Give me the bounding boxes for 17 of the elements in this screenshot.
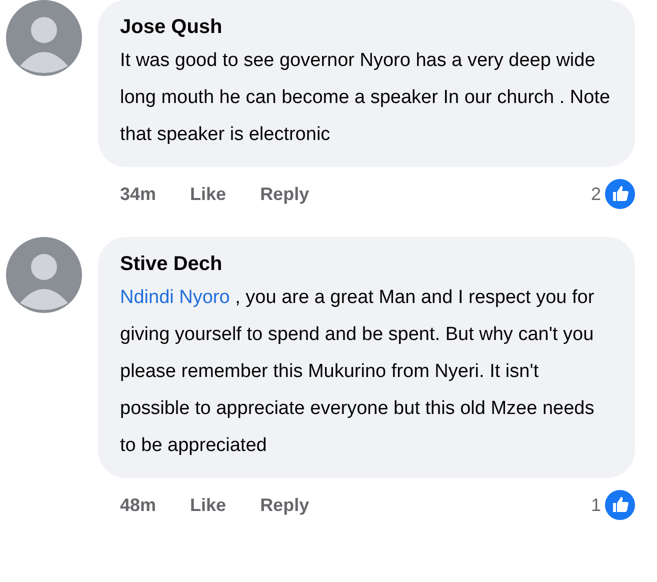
thumbs-up-icon	[605, 179, 635, 209]
avatar[interactable]	[6, 0, 82, 76]
reply-link[interactable]: Reply	[260, 492, 310, 518]
thumbs-up-icon	[605, 490, 635, 520]
avatar[interactable]	[6, 237, 82, 313]
like-link[interactable]: Like	[190, 180, 226, 208]
author-name[interactable]: Stive Dech	[120, 249, 222, 279]
comment-time: 34m	[120, 182, 156, 206]
comment-text: Ndindi Nyoro , you are a great Man and I respect you for giving yourself to spend and be spent. But why can't you please remember this Mukurino from Nyeri. It isn't possible to appreciate everyone but this old Mzee needs to be appreciated	[120, 286, 596, 458]
comment-text: It was good to see governor Nyoro has a very deep wide long mouth he can become a speaker In our church . Note that speaker is electronic	[120, 49, 612, 147]
reply-link[interactable]: Reply	[260, 180, 310, 208]
reaction-count: 2	[590, 182, 601, 206]
mention-link[interactable]: Ndindi Nyoro	[120, 287, 230, 308]
comment-time: 48m	[120, 494, 156, 516]
reaction-count: 1	[590, 494, 601, 516]
like-link[interactable]: Like	[190, 492, 226, 518]
author-name[interactable]: Jose Qush	[120, 12, 222, 42]
